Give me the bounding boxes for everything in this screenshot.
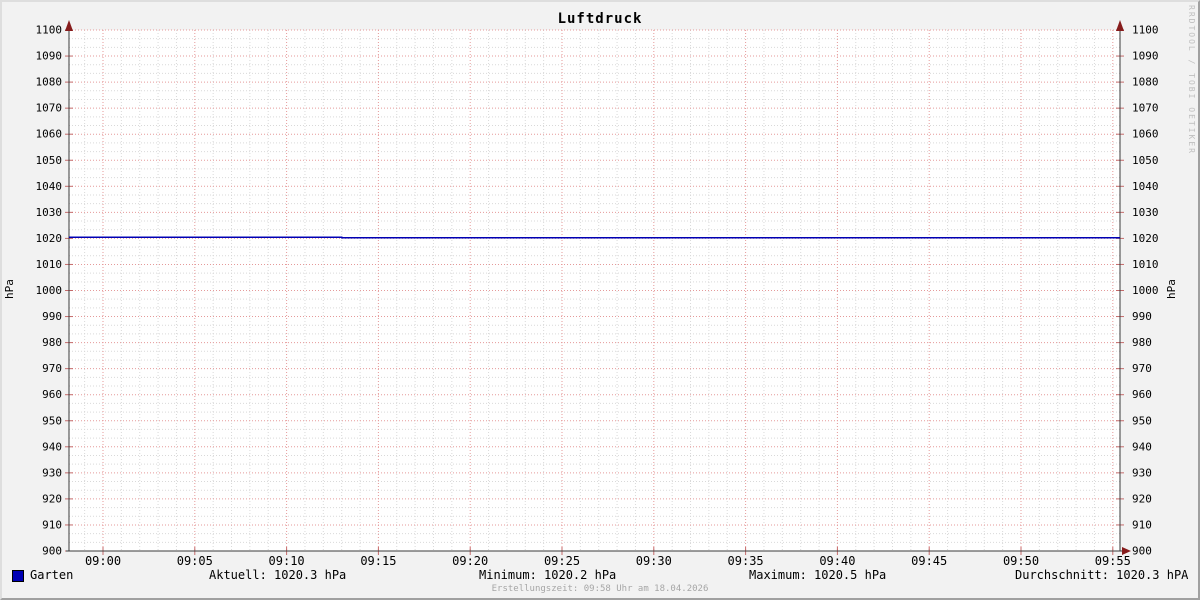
stat-aktuell: Aktuell: 1020.3 hPa [209,568,347,582]
tick-label-y-right: 1020 [1132,232,1159,245]
tick-label-y-left: 930 [42,466,62,479]
tick-label-y-left: 1040 [36,180,63,193]
tick-label-y-right: 900 [1132,545,1152,558]
tick-label-y-left: 960 [42,388,62,401]
legend-series-label: Garten [30,568,74,582]
tick-label-x: 09:10 [269,554,305,568]
tick-label-x: 09:05 [177,554,213,568]
tick-label-x: 09:30 [636,554,672,568]
tick-label-y-right: 910 [1132,518,1152,531]
stat-maximum: Maximum: 1020.5 hPa [749,568,887,582]
tick-label-y-right: 950 [1132,414,1152,427]
tick-label-x: 09:45 [911,554,947,568]
tick-label-y-left: 900 [42,545,62,558]
tick-label-y-right: 1000 [1132,284,1159,297]
tick-label-x: 09:20 [452,554,488,568]
tick-label-y-left: 980 [42,336,62,349]
tick-label-x: 09:15 [360,554,396,568]
tick-label-y-right: 1080 [1132,76,1159,89]
rrdtool-pressure-graph: Luftdruck RRDTOOL / TOBI OETIKER 1100 110… [0,0,1200,600]
tick-label-y-left: 920 [42,492,62,505]
tick-label-y-right: 1050 [1132,154,1159,167]
tick-label-y-left: 1070 [36,102,63,115]
stat-minimum: Minimum: 1020.2 hPa [479,568,617,582]
chart-canvas: 1100 1100 1090 1090 1080 1080 1070 1070 1060 1060… [36,20,1159,568]
tick-label-y-right: 930 [1132,466,1152,479]
tick-label-y-right: 970 [1132,362,1152,375]
tick-label-y-right: 1030 [1132,206,1159,219]
footer-creation-time: Erstellungszeit: 09:58 Uhr am 18.04.2026 [491,584,709,594]
tick-label-y-left: 910 [42,518,62,531]
tick-label-y-right: 1100 [1132,24,1159,37]
tick-label-y-left: 970 [42,362,62,375]
tick-label-y-left: 1010 [36,258,63,271]
tick-label-y-left: 1100 [36,24,63,37]
tick-label-x: 09:55 [1095,554,1131,568]
tick-label-y-right: 990 [1132,310,1152,323]
tick-label-x: 09:25 [544,554,580,568]
tick-label-y-left: 1060 [36,128,63,141]
tick-label-y-left: 1090 [36,50,63,63]
tick-label-x: 09:00 [85,554,121,568]
tick-label-y-right: 960 [1132,388,1152,401]
tick-label-x: 09:40 [819,554,855,568]
y-axis-arrow-right [1116,20,1124,31]
tick-label-y-left: 1020 [36,232,63,245]
legend-swatch-garten [12,570,24,582]
tick-label-y-left: 940 [42,440,62,453]
tick-label-y-left: 950 [42,414,62,427]
tick-label-y-left: 990 [42,310,62,323]
y-axis-label-right: hPa [1165,279,1178,299]
tick-label-x: 09:50 [1003,554,1039,568]
tick-label-y-right: 1060 [1132,128,1159,141]
tick-label-y-left: 1080 [36,76,63,89]
tick-label-y-right: 980 [1132,336,1152,349]
stat-durchschnitt: Durchschnitt: 1020.3 hPA [1015,568,1189,582]
y-axis-arrow-left [65,20,73,31]
tick-label-y-right: 1070 [1132,102,1159,115]
tick-label-x: 09:35 [728,554,764,568]
tick-label-y-right: 1040 [1132,180,1159,193]
tick-label-y-right: 1010 [1132,258,1159,271]
data-line-garten [69,236,1120,239]
tick-label-y-right: 920 [1132,492,1152,505]
y-axis-label-left: hPa [3,279,16,299]
tick-label-y-right: 940 [1132,440,1152,453]
tick-label-y-left: 1050 [36,154,63,167]
tick-label-y-left: 1000 [36,284,63,297]
tick-label-y-right: 1090 [1132,50,1159,63]
tick-label-y-left: 1030 [36,206,63,219]
